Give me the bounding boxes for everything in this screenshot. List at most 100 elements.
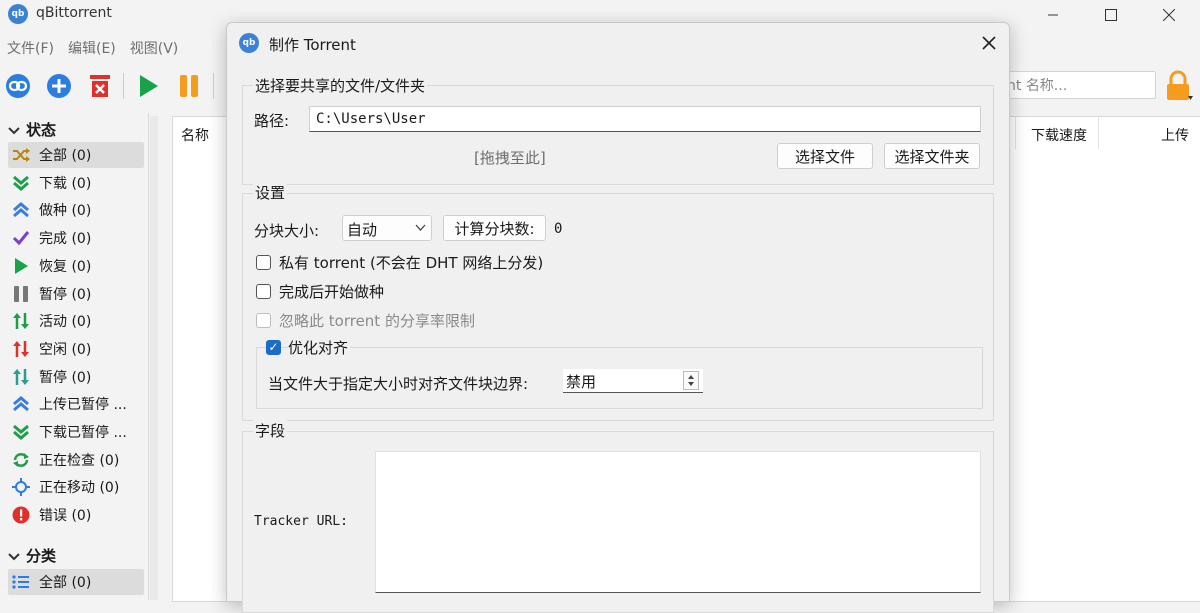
sidebar-item-status[interactable]: 空闲 (0) (8, 336, 144, 362)
drop-hint[interactable]: [拖拽至此] (474, 147, 546, 168)
category-header-label: 分类 (26, 547, 57, 565)
sidebar-item-status[interactable]: 正在检查 (0) (8, 447, 144, 473)
close-window-button[interactable] (1140, 0, 1198, 30)
start-seeding-checkbox[interactable] (256, 284, 271, 299)
menu-view[interactable]: 视图(V) (123, 34, 186, 62)
add-torrent-button[interactable] (43, 70, 75, 102)
close-icon (982, 36, 996, 50)
select-file-button[interactable]: 选择文件 (777, 143, 873, 169)
sidebar-scrollbar[interactable] (150, 116, 158, 600)
column-header-upload[interactable]: 上传 (1161, 125, 1189, 145)
sidebar-item-status[interactable]: 下载 (0) (8, 170, 144, 196)
double-chevron-down-icon (11, 422, 31, 442)
chevron-down-icon (415, 224, 426, 231)
sidebar-item-label: 正在检查 (0) (39, 452, 120, 469)
source-group-title: 选择要共享的文件/文件夹 (253, 75, 428, 96)
sidebar-item-label: 正在移动 (0) (39, 480, 120, 497)
column-divider (1015, 117, 1016, 149)
window-title: qBittorrent (36, 5, 112, 21)
column-header-name[interactable]: 名称 (181, 125, 209, 145)
column-divider (1098, 117, 1099, 149)
lock-button[interactable] (1162, 70, 1194, 102)
ignore-ratio-label: 忽略此 torrent 的分享率限制 (279, 312, 475, 330)
optimize-alignment-checkbox[interactable]: ✓ (266, 340, 281, 355)
minimize-button[interactable] (1024, 0, 1082, 30)
pause-icon (11, 284, 31, 304)
sidebar-item-status[interactable]: 活动 (0) (8, 308, 144, 334)
sidebar-item-label: 做种 (0) (39, 203, 92, 220)
resume-button[interactable] (132, 70, 164, 102)
check-icon (11, 228, 31, 248)
close-icon (1163, 9, 1175, 21)
sidebar-item-status[interactable]: 正在移动 (0) (8, 474, 144, 500)
optimize-alignment-label: 优化对齐 (288, 337, 351, 358)
sidebar: 状态 全部 (0) 下载 (0) 做种 (0) 完成 (0) 恢复 (0) 暂停 (0) 活… (0, 113, 149, 600)
maximize-icon (1105, 9, 1117, 21)
sidebar-item-status[interactable]: 下载已暂停 ... (8, 419, 144, 445)
dialog-title: 制作 Torrent (269, 36, 356, 54)
ignore-ratio-checkbox (256, 313, 271, 328)
search-input[interactable]: nt 名称... (1000, 71, 1156, 99)
link-icon (6, 74, 30, 98)
private-torrent-checkbox[interactable] (256, 255, 271, 270)
start-seeding-label: 完成后开始做种 (279, 283, 385, 301)
sidebar-item-label: 空闲 (0) (39, 341, 92, 358)
sidebar-item-label: 下载已暂停 ... (39, 425, 127, 441)
double-chevron-down-icon (11, 173, 31, 193)
sidebar-item-status[interactable]: 全部 (0) (8, 142, 144, 168)
align-boundary-label: 当文件大于指定大小时对齐文件块边界: (268, 375, 529, 393)
spin-buttons[interactable] (683, 371, 699, 390)
sidebar-item-status[interactable]: 做种 (0) (8, 197, 144, 223)
sidebar-item-status[interactable]: 错误 (0) (8, 502, 144, 528)
sidebar-item-status[interactable]: 暂停 (0) (8, 364, 144, 390)
spin-arrows-icon (688, 375, 694, 386)
delete-button[interactable] (84, 70, 116, 102)
sidebar-item-category-all[interactable]: 全部 (0) (8, 569, 144, 595)
error-icon (11, 505, 31, 525)
menu-edit[interactable]: 编辑(E) (61, 34, 123, 62)
sidebar-item-label: 活动 (0) (39, 314, 92, 331)
shuffle-icon (11, 145, 31, 165)
sidebar-item-status[interactable]: 暂停 (0) (8, 281, 144, 307)
sidebar-item-status[interactable]: 上传已暂停 ... (8, 391, 144, 417)
refresh-icon (11, 450, 31, 470)
updown-arrows-icon (11, 367, 31, 387)
private-torrent-label: 私有 torrent (不会在 DHT 网络上分发) (279, 254, 544, 272)
minimize-icon (1048, 14, 1058, 16)
sidebar-item-label: 上传已暂停 ... (39, 397, 127, 414)
toolbar-separator (213, 73, 214, 99)
maximize-button[interactable] (1082, 0, 1140, 30)
pause-icon (180, 75, 198, 97)
piece-size-label: 分块大小: (254, 222, 320, 240)
tracker-url-textarea[interactable] (375, 451, 981, 593)
dialog-close-button[interactable] (975, 29, 1003, 57)
menu-bar: 文件(F) 编辑(E) 视图(V) (0, 34, 185, 62)
piece-size-select[interactable]: 自动 (342, 215, 432, 241)
sidebar-item-label: 全部 (0) (39, 148, 92, 164)
pause-button[interactable] (173, 70, 205, 102)
column-header-download-speed[interactable]: 下载速度 (1031, 125, 1087, 145)
select-folder-button[interactable]: 选择文件夹 (884, 143, 980, 169)
align-boundary-spinbox[interactable]: 禁用 (563, 369, 703, 393)
menu-file[interactable]: 文件(F) (0, 34, 61, 62)
chevron-down-icon (8, 126, 20, 134)
sidebar-item-status[interactable]: 恢复 (0) (8, 253, 144, 279)
app-logo-icon: qb (8, 4, 28, 24)
toolbar-separator (123, 73, 124, 99)
path-input[interactable]: C:\Users\User (309, 106, 981, 132)
sidebar-item-label: 完成 (0) (39, 231, 92, 248)
category-section-header[interactable]: 分类 (8, 545, 56, 566)
sidebar-item-label: 下载 (0) (39, 175, 92, 192)
sidebar-item-status[interactable]: 完成 (0) (8, 225, 144, 251)
chevron-down-icon (8, 552, 20, 560)
calculate-pieces-button[interactable]: 计算分块数: (443, 215, 546, 241)
fields-group-title: 字段 (253, 420, 288, 441)
settings-group-title: 设置 (253, 182, 288, 203)
double-chevron-up-icon (11, 394, 31, 414)
add-link-button[interactable] (2, 70, 34, 102)
sidebar-item-label: 暂停 (0) (39, 369, 92, 386)
status-section-header[interactable]: 状态 (8, 119, 56, 140)
play-icon (11, 256, 31, 276)
sidebar-item-label: 全部 (0) (39, 575, 92, 591)
create-torrent-dialog: qb 制作 Torrent 选择要共享的文件/文件夹 路径: C:\Users\… (226, 22, 1010, 613)
